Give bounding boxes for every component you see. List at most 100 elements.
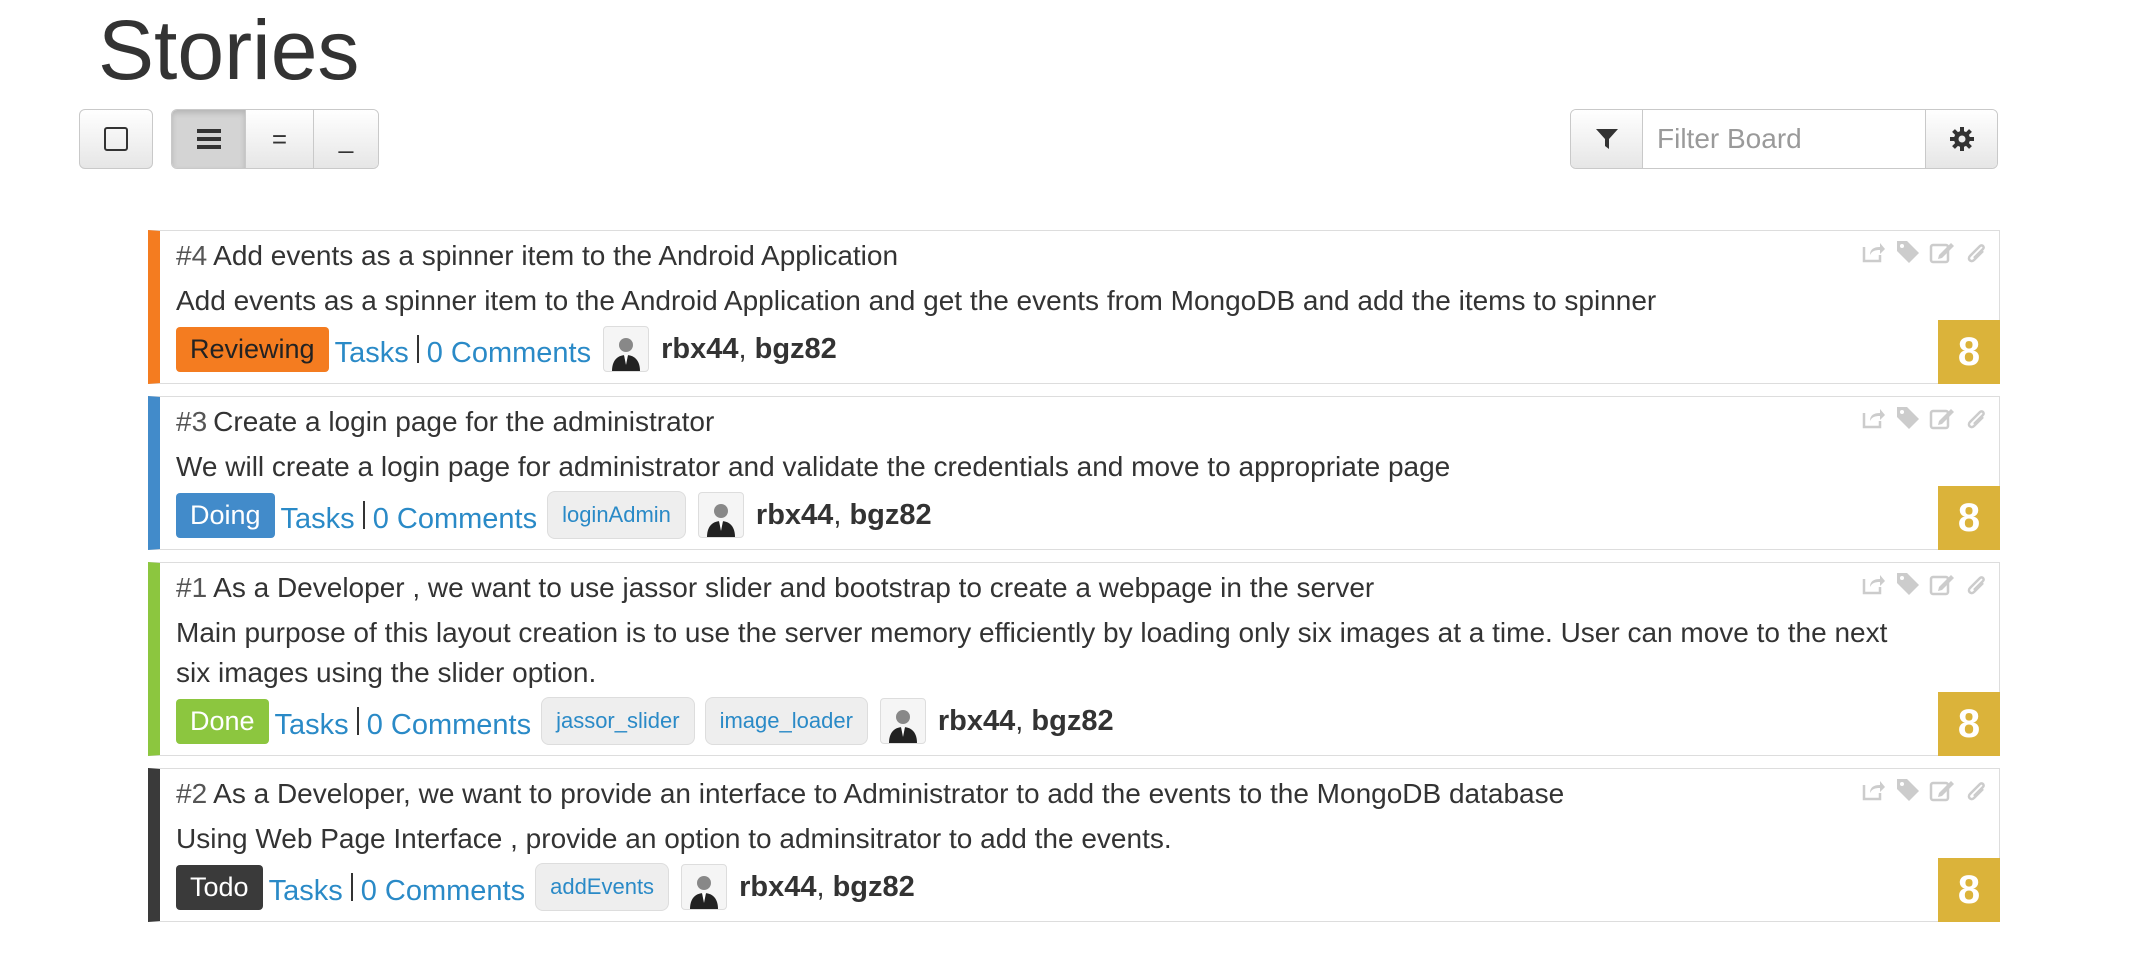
assignee[interactable]: rbx44 <box>938 705 1015 737</box>
status-badge[interactable]: Reviewing <box>176 326 329 372</box>
tasks-link[interactable]: Tasks <box>335 337 409 370</box>
edit-icon[interactable] <box>1929 777 1955 803</box>
story-actions <box>1861 239 1989 265</box>
gear-icon <box>1949 127 1974 151</box>
story-number: #1 <box>176 572 208 603</box>
filter-board-group <box>1570 109 1998 169</box>
share-icon[interactable] <box>1861 571 1887 597</box>
story-points[interactable]: 8 <box>1938 486 2000 550</box>
story-description: Using Web Page Interface , provide an op… <box>176 823 1172 854</box>
assignees: rbx44, bgz82 <box>661 332 837 365</box>
label-tag[interactable]: addEvents <box>535 863 670 911</box>
story-title[interactable]: As a Developer, we want to provide an in… <box>213 778 1564 809</box>
share-icon[interactable] <box>1861 405 1887 431</box>
assignee[interactable]: rbx44 <box>756 499 833 531</box>
comments-link[interactable]: 0 Comments <box>427 337 591 370</box>
story-title-line: #2 As a Developer, we want to provide an … <box>176 775 1929 813</box>
story-card[interactable]: #1 As a Developer , we want to use jassor… <box>148 562 2000 756</box>
story-number: #4 <box>176 240 208 271</box>
tag-icon[interactable] <box>1895 405 1921 431</box>
list-icon <box>196 129 221 149</box>
story-meta: Doing Tasks 0 Comments loginAdmin rbx44,… <box>176 491 1929 539</box>
user-avatar-icon <box>706 504 735 537</box>
assignee[interactable]: bgz82 <box>833 871 915 903</box>
avatar <box>697 492 744 538</box>
settings-button[interactable] <box>1925 110 1997 168</box>
share-icon[interactable] <box>1861 777 1887 803</box>
story-title-line: #3 Create a login page for the administra… <box>176 403 1929 441</box>
story-points[interactable]: 8 <box>1938 858 2000 922</box>
status-badge[interactable]: Todo <box>176 864 263 910</box>
tag-icon[interactable] <box>1895 571 1921 597</box>
avatar <box>681 864 728 910</box>
checkbox-icon <box>104 127 128 151</box>
story-meta: Todo Tasks 0 Comments addEvents rbx44, b… <box>176 863 1929 911</box>
story-card[interactable]: #4 Add events as a spinner item to the An… <box>148 230 2000 384</box>
story-actions <box>1861 777 1989 803</box>
page-title: Stories <box>98 3 360 97</box>
tasks-link[interactable]: Tasks <box>281 503 355 536</box>
story-list: #4 Add events as a spinner item to the An… <box>148 230 2000 934</box>
story-number: #3 <box>176 406 208 437</box>
assignee[interactable]: rbx44 <box>739 871 816 903</box>
attachment-icon[interactable] <box>1963 405 1989 431</box>
comments-link[interactable]: 0 Comments <box>373 503 537 536</box>
attachment-icon[interactable] <box>1963 777 1989 803</box>
assignees: rbx44, bgz82 <box>755 498 932 531</box>
assignee[interactable]: bgz82 <box>849 499 931 531</box>
view-full-button[interactable] <box>172 110 246 168</box>
select-all-checkbox-button[interactable] <box>79 109 153 169</box>
attachment-icon[interactable] <box>1963 571 1989 597</box>
attachment-icon[interactable] <box>1963 239 1989 265</box>
story-points[interactable]: 8 <box>1938 692 2000 756</box>
comments-link[interactable]: 0 Comments <box>367 709 531 742</box>
story-description: Main purpose of this layout creation is … <box>176 617 1888 688</box>
story-meta: Done Tasks 0 Comments jassor_slider imag… <box>176 697 1929 745</box>
edit-icon[interactable] <box>1929 405 1955 431</box>
edit-icon[interactable] <box>1929 239 1955 265</box>
story-number: #2 <box>176 778 208 809</box>
story-points[interactable]: 8 <box>1938 320 2000 384</box>
assignee[interactable]: rbx44 <box>661 333 738 365</box>
label-tag[interactable]: image_loader <box>704 697 868 745</box>
story-actions <box>1861 405 1989 431</box>
story-title-line: #4 Add events as a spinner item to the An… <box>176 237 1929 275</box>
story-title[interactable]: Create a login page for the administrato… <box>213 406 714 437</box>
divider <box>416 335 419 363</box>
assignees: rbx44, bgz82 <box>937 704 1114 737</box>
status-badge[interactable]: Doing <box>176 492 275 538</box>
assignees: rbx44, bgz82 <box>739 870 915 903</box>
comments-link[interactable]: 0 Comments <box>361 875 525 908</box>
tag-icon[interactable] <box>1895 777 1921 803</box>
filter-button[interactable] <box>1571 110 1643 168</box>
story-actions <box>1861 571 1989 597</box>
tasks-link[interactable]: Tasks <box>269 875 343 908</box>
story-title[interactable]: Add events as a spinner item to the Andr… <box>213 240 898 271</box>
story-description: Add events as a spinner item to the Andr… <box>176 285 1657 316</box>
divider <box>362 501 365 529</box>
view-mode-group: = _ <box>171 109 379 169</box>
user-avatar-icon <box>612 338 641 371</box>
assignee[interactable]: bgz82 <box>1031 705 1113 737</box>
filter-board-input[interactable] <box>1643 110 1925 168</box>
view-minimal-button[interactable]: _ <box>314 110 378 168</box>
label-tag[interactable]: loginAdmin <box>547 491 686 539</box>
user-avatar-icon <box>690 876 719 909</box>
label-tag[interactable]: jassor_slider <box>541 697 695 745</box>
story-description: We will create a login page for administ… <box>176 451 1451 482</box>
story-title-line: #1 As a Developer , we want to use jassor… <box>176 569 1929 607</box>
avatar <box>603 326 650 372</box>
avatar <box>879 698 926 744</box>
view-compact-button[interactable]: = <box>246 110 314 168</box>
story-card[interactable]: #3 Create a login page for the administra… <box>148 396 2000 550</box>
share-icon[interactable] <box>1861 239 1887 265</box>
story-card[interactable]: #2 As a Developer, we want to provide an … <box>148 768 2000 922</box>
assignee[interactable]: bgz82 <box>755 333 837 365</box>
divider <box>356 707 359 735</box>
story-title[interactable]: As a Developer , we want to use jassor s… <box>213 572 1374 603</box>
tasks-link[interactable]: Tasks <box>275 709 349 742</box>
divider <box>350 873 353 901</box>
tag-icon[interactable] <box>1895 239 1921 265</box>
edit-icon[interactable] <box>1929 571 1955 597</box>
status-badge[interactable]: Done <box>176 698 269 744</box>
